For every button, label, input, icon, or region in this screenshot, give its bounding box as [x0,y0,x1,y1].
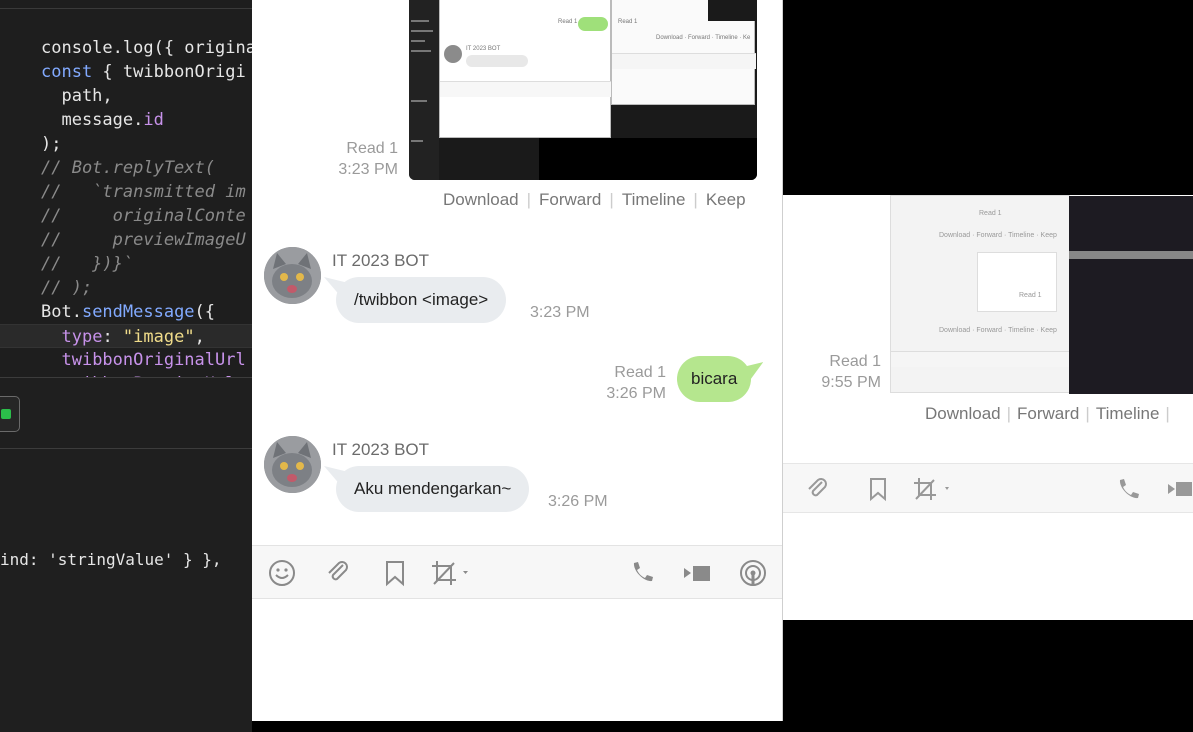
background-message-actions: Download | Forward | Timeline | [925,404,1170,423]
background-read-status: Read 1 [829,353,881,370]
terminal-status-icon [1,409,11,419]
chat-toolbar [252,545,782,599]
image-message[interactable]: Read 1 IT 2023 BOT Read 1 Download · For… [409,0,757,180]
phone-icon[interactable] [1114,476,1142,502]
phone-icon[interactable] [628,559,656,587]
editor-divider [0,8,252,9]
background-chat-window[interactable]: Read 1 Download · Forward · Timeline · K… [782,195,1193,620]
incoming-message-bubble[interactable]: /twibbon <image> [336,277,507,323]
outgoing-read-meta: Read 1 3:26 PM [606,362,666,404]
message-time: 3:26 PM [548,493,608,510]
outgoing-read-status: Read 1 [614,364,666,381]
video-call-icon[interactable] [1166,476,1193,502]
code-line[interactable]: type: "image", [0,324,252,348]
keep-link[interactable]: Keep [706,190,746,209]
code-line[interactable]: message.id [0,108,252,132]
terminal-output: ind: 'stringValue' } }, [0,550,222,569]
code-editor[interactable]: console.log({ original const { twibbonOri… [0,0,252,377]
code-line[interactable]: const { twibbonOrigi [0,60,252,84]
background-download-link[interactable]: Download [925,404,1001,423]
emoji-icon[interactable] [268,559,296,587]
outgoing-read-time: 3:26 PM [606,385,666,402]
code-line[interactable]: // ); [0,276,252,300]
outgoing-message-bubble[interactable]: bicara [677,356,752,402]
code-line[interactable]: // Bot.replyText( [0,156,252,180]
code-line[interactable]: // })}` [0,252,252,276]
code-line[interactable]: Bot.sendMessage({ [0,300,252,324]
attach-icon[interactable] [324,559,352,587]
background-chat-toolbar [782,463,1193,513]
timeline-link[interactable]: Timeline [622,190,686,209]
bot-avatar[interactable] [264,436,321,493]
background-forward-link[interactable]: Forward [1017,404,1079,423]
terminal-button[interactable] [0,396,20,432]
background-read-time: 9:55 PM [821,374,881,391]
live-broadcast-icon[interactable] [738,559,768,587]
code-line[interactable]: ); [0,132,252,156]
image-read-meta: Read 1 3:23 PM [338,138,398,180]
bookmark-icon[interactable] [382,559,408,587]
code-line[interactable]: // previewImageU [0,228,252,252]
video-call-icon[interactable] [682,559,712,587]
crop-icon[interactable] [430,559,474,587]
image-read-time: 3:23 PM [338,161,398,178]
background-timeline-link[interactable]: Timeline [1096,404,1160,423]
terminal-divider [0,448,252,449]
message-time: 3:23 PM [530,304,590,321]
bot-avatar[interactable] [264,247,321,304]
code-line[interactable]: twibbonOriginalUrl [0,348,252,372]
sender-name: IT 2023 BOT [332,251,430,270]
code-line[interactable]: // originalConte [0,204,252,228]
chat-window[interactable]: Read 1 IT 2023 BOT Read 1 Download · For… [252,0,783,721]
crop-icon[interactable] [912,476,956,502]
terminal-panel[interactable]: ind: 'stringValue' } }, [0,377,252,732]
code-line[interactable]: // `transmitted im [0,180,252,204]
sender-name: IT 2023 BOT [332,440,430,459]
background-image-message[interactable]: Read 1 Download · Forward · Timeline · K… [890,195,1193,394]
message-input[interactable] [252,599,782,721]
incoming-message-bubble[interactable]: Aku mendengarkan~ [336,466,530,512]
bookmark-icon[interactable] [864,476,892,502]
download-link[interactable]: Download [443,190,519,209]
background-read-meta: Read 1 9:55 PM [821,351,881,393]
attach-icon[interactable] [804,476,832,502]
code-line[interactable]: console.log({ original [0,36,252,60]
image-read-status: Read 1 [346,140,398,157]
image-actions: Download | Forward | Timeline | Keep [443,190,746,209]
forward-link[interactable]: Forward [539,190,601,209]
code-line[interactable]: path, [0,84,252,108]
